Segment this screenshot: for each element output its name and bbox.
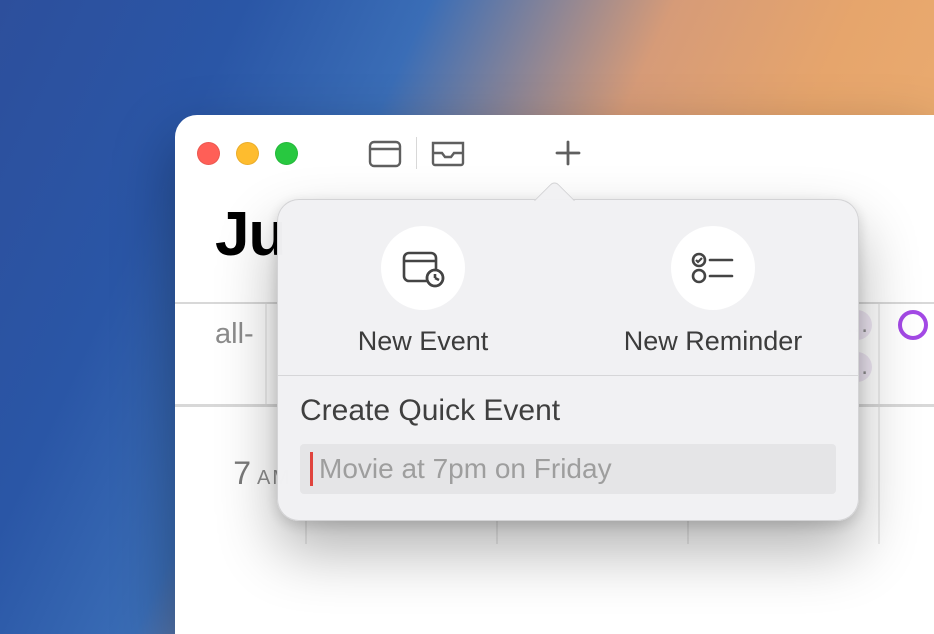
allday-label: all-	[175, 304, 265, 404]
close-window-button[interactable]	[197, 142, 220, 165]
zoom-window-button[interactable]	[275, 142, 298, 165]
toolbar-view-group	[358, 133, 475, 173]
plus-icon	[554, 139, 582, 167]
tray-icon	[430, 139, 466, 167]
quick-event-input[interactable]	[319, 453, 836, 485]
event-ring-indicator[interactable]	[898, 310, 928, 340]
new-reminder-label: New Reminder	[624, 326, 803, 357]
quick-event-title: Create Quick Event	[300, 394, 836, 428]
new-event-label: New Event	[358, 326, 489, 357]
allday-cell[interactable]	[878, 304, 934, 404]
calendar-view-button[interactable]	[358, 133, 412, 173]
text-caret	[310, 452, 313, 486]
hour-cell[interactable]	[878, 407, 934, 544]
toolbar-separator	[416, 137, 417, 169]
calendar-icon	[368, 138, 402, 168]
new-event-option[interactable]: New Event	[278, 226, 568, 357]
inbox-button[interactable]	[421, 133, 475, 173]
traffic-lights	[197, 142, 298, 165]
quick-add-popover: New Event New Reminder Create Quick Even…	[277, 199, 859, 521]
calendar-clock-icon	[401, 248, 445, 288]
minimize-window-button[interactable]	[236, 142, 259, 165]
titlebar	[175, 115, 934, 191]
quick-event-field[interactable]	[300, 444, 836, 494]
hour-number: 7	[233, 455, 251, 491]
reminder-list-icon	[690, 250, 736, 286]
add-button[interactable]	[541, 133, 595, 173]
new-reminder-option[interactable]: New Reminder	[568, 226, 858, 357]
